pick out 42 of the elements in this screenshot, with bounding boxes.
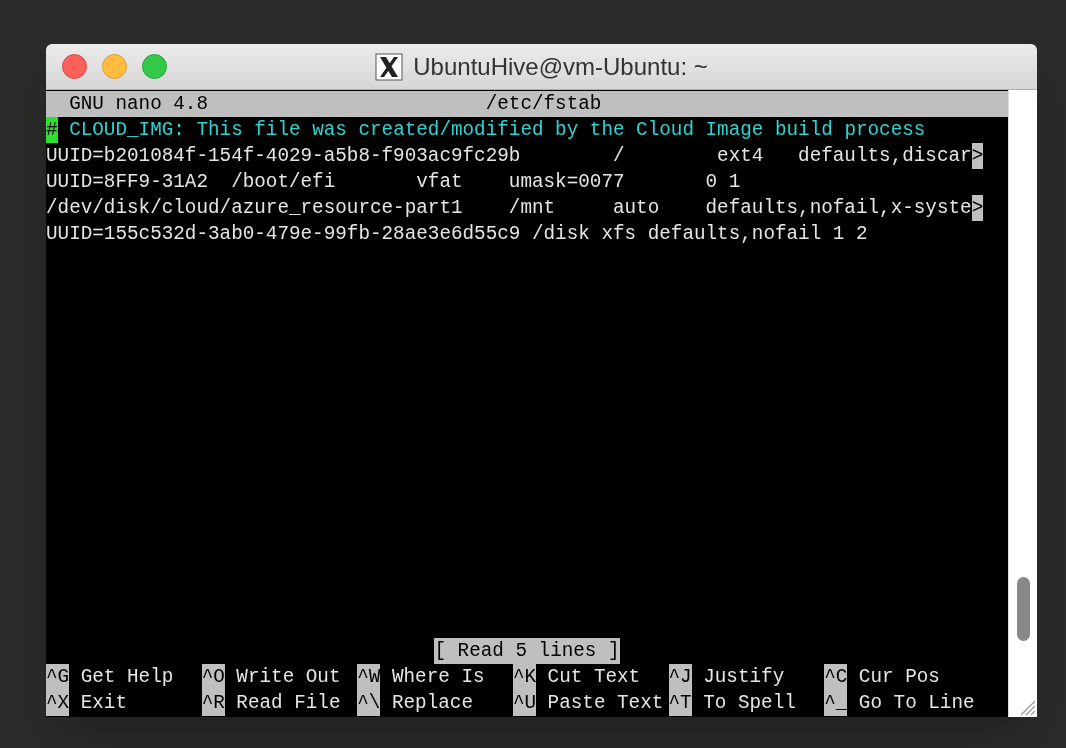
close-button[interactable] <box>62 54 87 79</box>
shortcut-key: ^X <box>46 690 70 716</box>
file-line: UUID=8FF9-31A2 /boot/efi vfat umask=0077 0 1 <box>46 170 741 195</box>
shortcut-label: Read File <box>235 691 341 716</box>
shortcut-label: To Spell <box>702 691 796 716</box>
editor-version: GNU nano 4.8 <box>68 92 209 117</box>
shortcut-label: Cur Pos <box>857 665 940 690</box>
scrollbar-thumb[interactable] <box>1016 577 1030 641</box>
shortcut-key: ^_ <box>824 690 848 716</box>
file-line: /dev/disk/cloud/azure_resource-part1 /mnt auto defaults,nofail,x-syste <box>46 196 972 221</box>
window-title: UbuntuHive@vm-Ubuntu: ~ <box>413 51 708 82</box>
comment-line: CLOUD_IMG: This file was created/modified by the Cloud Image build process <box>68 118 926 143</box>
shortcut-key: ^O <box>201 664 225 690</box>
text-cursor: # <box>46 117 58 143</box>
shortcut-label: Cut Text <box>546 665 641 690</box>
shortcut-key: ^G <box>46 664 70 690</box>
shortcut-label: Exit <box>79 691 127 716</box>
shortcut-label: Get Help <box>79 665 174 690</box>
minimize-button[interactable] <box>102 54 127 79</box>
shortcut-label: Where Is <box>390 665 485 690</box>
shortcut-key: ^C <box>824 664 848 690</box>
shortcut-key: ^J <box>668 664 692 690</box>
maximize-button[interactable] <box>142 54 167 79</box>
shortcut-key: ^\ <box>357 690 381 716</box>
shortcut-label: Go To Line <box>857 691 975 716</box>
shortcut-label: Paste Text <box>546 691 664 716</box>
shortcut-label: Justify <box>702 665 785 690</box>
line-continues-marker: > <box>971 143 984 169</box>
line-continues-marker: > <box>971 195 984 221</box>
shortcut-key: ^U <box>512 690 537 716</box>
shortcut-key: ^R <box>201 690 225 716</box>
shortcut-label: Write Out <box>235 665 341 690</box>
shortcut-key: ^T <box>668 690 692 716</box>
status-message: [ Read 5 lines ] <box>434 638 620 664</box>
shortcut-key: ^K <box>512 664 537 690</box>
file-line: UUID=155c532d-3ab0-479e-99fb-28ae3e6d55c9 /disk xfs defaults,nofail 1 2 <box>46 222 868 247</box>
file-name: /etc/fstab <box>485 92 602 117</box>
file-line: UUID=b201084f-154f-4029-a5b8-f903ac9fc29b / ext4 defaults,discar <box>46 144 972 169</box>
x-logo-icon <box>375 52 404 81</box>
shortcut-label: Replace <box>390 691 473 716</box>
shortcut-key: ^W <box>357 664 381 690</box>
scrollbar[interactable] <box>1008 90 1037 717</box>
